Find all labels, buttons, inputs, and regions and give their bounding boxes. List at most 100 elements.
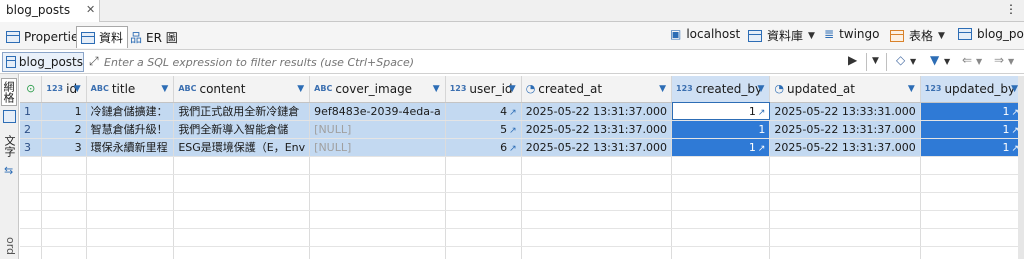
- cell-user-id[interactable]: 5 ↗: [445, 120, 522, 139]
- cell-id[interactable]: 3: [41, 138, 87, 157]
- back-arrow-icon[interactable]: ⇐: [962, 53, 972, 67]
- column-header-created-by[interactable]: 123 created_by ▼: [671, 76, 771, 103]
- table-kind-selector[interactable]: 表格 ▼: [890, 27, 945, 44]
- cell-updated-by[interactable]: 1 ↗: [920, 138, 1024, 157]
- cell-updated-at[interactable]: 2025-05-22 13:33:31.000: [769, 102, 921, 121]
- filter-input[interactable]: [104, 52, 864, 72]
- sort-icon[interactable]: ▼: [297, 84, 304, 94]
- eraser-icon[interactable]: ◇: [896, 53, 905, 67]
- cell-created-by[interactable]: 1 ↗: [671, 138, 771, 157]
- foreign-key-link-icon[interactable]: ↗: [509, 126, 517, 136]
- cell-content[interactable]: 我們正式啟用全新冷鏈倉: [173, 102, 311, 121]
- cell-content[interactable]: ESG是環境保護（E，Env: [173, 138, 311, 157]
- cell-content[interactable]: 我們全新導入智能倉儲: [173, 120, 311, 139]
- foreign-key-link-icon[interactable]: ↗: [509, 108, 517, 118]
- chevron-down-icon[interactable]: ▼: [808, 31, 815, 41]
- select-all-header[interactable]: ⊙: [20, 76, 43, 103]
- sort-icon[interactable]: ▼: [433, 84, 440, 94]
- foreign-key-link-icon[interactable]: ↗: [758, 108, 766, 118]
- cell-id[interactable]: 1: [41, 102, 87, 121]
- column-header-content[interactable]: ABC content ▼: [173, 76, 311, 103]
- cell-title[interactable]: 冷鏈倉儲擴建：: [86, 102, 175, 121]
- chevron-down-icon[interactable]: ▼: [944, 57, 950, 66]
- vertical-scrollbar[interactable]: [1018, 76, 1024, 259]
- cell-user-id-value: 6: [500, 140, 508, 154]
- grid-icon[interactable]: [3, 110, 16, 123]
- column-header-updated-by[interactable]: 123 updated_by ▼: [920, 76, 1024, 103]
- transpose-icon[interactable]: ⇆: [4, 164, 13, 177]
- column-header-id[interactable]: 123 id ▼: [41, 76, 87, 103]
- filter-icon[interactable]: ▼: [930, 53, 939, 67]
- column-header-title[interactable]: ABC title ▼: [86, 76, 175, 103]
- sort-icon[interactable]: ▼: [908, 84, 915, 94]
- apply-filter-icon[interactable]: ▶: [848, 53, 857, 67]
- cell-created-by[interactable]: 1 ↗: [671, 102, 771, 121]
- table-kind-label: 表格: [909, 29, 934, 43]
- cell-created-at[interactable]: 2025-05-22 13:31:37.000: [521, 102, 673, 121]
- chevron-down-icon[interactable]: ▼: [938, 31, 945, 41]
- table-row[interactable]: 1 1 冷鏈倉儲擴建： 我們正式啟用全新冷鏈倉 9ef8483e-2039-4e…: [20, 102, 1024, 121]
- toolbar-divider: [886, 53, 887, 71]
- row-number[interactable]: 1: [20, 102, 43, 121]
- cell-id[interactable]: 2: [41, 120, 87, 139]
- editor-tab-bar: blog_posts ✕ ⋮: [0, 0, 1024, 22]
- empty-row: [20, 228, 1024, 247]
- table-row[interactable]: 3 3 環保永續新里程 ESG是環境保護（E，Env [NULL] 6 ↗ 202…: [20, 138, 1024, 157]
- cell-title[interactable]: 環保永續新里程: [86, 138, 175, 157]
- connection-selector[interactable]: ▣ localhost: [670, 27, 740, 41]
- chevron-down-icon[interactable]: ▼: [872, 56, 879, 66]
- tab-data-label: 資料: [99, 31, 124, 45]
- cell-updated-by-value: 1: [1002, 104, 1010, 118]
- cell-created-by[interactable]: 1: [671, 120, 771, 139]
- row-number[interactable]: 3: [20, 138, 43, 157]
- more-menu-icon[interactable]: ⋮: [1005, 2, 1018, 16]
- editor-tab-blog-posts[interactable]: blog_posts ✕: [0, 0, 100, 22]
- cell-cover-image[interactable]: [NULL]: [309, 120, 446, 139]
- text-view-toggle[interactable]: 文字: [1, 132, 17, 160]
- column-header-updated-at[interactable]: ◔ updated_at ▼: [769, 76, 921, 103]
- foreign-key-link-icon[interactable]: ↗: [509, 144, 517, 154]
- record-view-toggle[interactable]: ord: [1, 234, 17, 258]
- database-label: 資料庫: [767, 29, 804, 43]
- column-header-created-at[interactable]: ◔ created_at ▼: [521, 76, 673, 103]
- cell-user-id[interactable]: 4 ↗: [445, 102, 522, 121]
- sort-icon[interactable]: ▼: [758, 84, 765, 94]
- cell-updated-at[interactable]: 2025-05-22 13:31:37.000: [769, 138, 921, 157]
- cell-user-id[interactable]: 6 ↗: [445, 138, 522, 157]
- table-row[interactable]: 2 2 智慧倉儲升級！ 我們全新導入智能倉儲 [NULL] 5 ↗ 2025-05…: [20, 120, 1024, 139]
- column-header-user-id[interactable]: 123 user_id ▼: [445, 76, 522, 103]
- chevron-down-icon[interactable]: ▼: [976, 57, 982, 66]
- sort-icon[interactable]: ▼: [1011, 84, 1018, 94]
- table-chip[interactable]: blog_posts: [2, 52, 84, 72]
- table-selector[interactable]: blog_pos: [958, 27, 1024, 41]
- cell-title[interactable]: 智慧倉儲升級！: [86, 120, 175, 139]
- cell-updated-by[interactable]: 1 ↗: [920, 120, 1024, 139]
- results-grid: ⊙ 123 id ▼ ABC title ▼ ABC content ▼ ABC cover_…: [20, 76, 1024, 259]
- database-selector[interactable]: 資料庫 ▼: [748, 27, 815, 44]
- schema-selector[interactable]: ≣ twingo: [824, 27, 879, 41]
- expand-icon[interactable]: ⤢: [89, 54, 99, 69]
- column-header-cover-image[interactable]: ABC cover_image ▼: [309, 76, 446, 103]
- grid-view-toggle[interactable]: 網格: [1, 78, 17, 106]
- chevron-down-icon[interactable]: ▼: [910, 57, 916, 66]
- tab-er-diagram[interactable]: 品 ER 圖: [126, 26, 182, 48]
- sort-icon[interactable]: ▼: [74, 84, 81, 94]
- cell-updated-by[interactable]: 1 ↗: [920, 102, 1024, 121]
- cell-created-at[interactable]: 2025-05-22 13:31:37.000: [521, 120, 673, 139]
- empty-row: [20, 246, 1024, 259]
- cell-created-by-value: 1: [748, 140, 756, 154]
- tab-data[interactable]: 資料: [76, 26, 129, 48]
- sort-icon[interactable]: ▼: [509, 84, 516, 94]
- foreign-key-link-icon[interactable]: ↗: [758, 144, 766, 154]
- empty-row: [20, 156, 1024, 175]
- cell-cover-image[interactable]: [NULL]: [309, 138, 446, 157]
- cell-created-at[interactable]: 2025-05-22 13:31:37.000: [521, 138, 673, 157]
- sort-icon[interactable]: ▼: [161, 84, 168, 94]
- row-number[interactable]: 2: [20, 120, 43, 139]
- close-icon[interactable]: ✕: [86, 3, 95, 16]
- cell-updated-at[interactable]: 2025-05-22 13:31:37.000: [769, 120, 921, 139]
- sort-icon[interactable]: ▼: [659, 84, 666, 94]
- cell-cover-image[interactable]: 9ef8483e-2039-4eda-a: [309, 102, 446, 121]
- chevron-down-icon[interactable]: ▼: [1008, 57, 1014, 66]
- forward-arrow-icon[interactable]: ⇒: [994, 53, 1004, 67]
